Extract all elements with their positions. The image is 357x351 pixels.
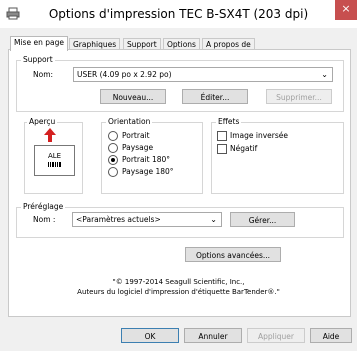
radio-portrait-180-label: Portrait 180° [122,155,171,164]
radio-portrait[interactable] [108,131,118,141]
manage-presets-button[interactable]: Gérer... [230,212,295,227]
apply-button[interactable]: Appliquer [247,328,305,343]
preset-name-value: <Paramètres actuels> [76,215,161,224]
ok-button[interactable]: OK [121,328,179,343]
radio-portrait-180[interactable] [108,155,118,165]
radio-paysage-180-label: Paysage 180° [122,167,174,176]
delete-support-button[interactable]: Supprimer... [266,89,332,104]
close-icon: × [341,2,351,15]
title-bar[interactable]: Options d'impression TEC B-SX4T (203 dpi… [0,0,357,28]
tab-mise-en-page[interactable]: Mise en page [10,36,68,51]
radio-paysage-label: Paysage [122,143,154,152]
barcode-icon [48,162,61,167]
preview-text: ALE [47,152,62,160]
print-options-window: Options d'impression TEC B-SX4T (203 dpi… [0,0,357,351]
preset-name-select[interactable]: <Paramètres actuels> ⌄ [72,212,222,227]
window-title: Options d'impression TEC B-SX4T (203 dpi… [48,7,309,21]
label-preview: ALE [34,145,75,176]
copyright-line-1: "© 1997-2014 Seagull Scientific, Inc., [112,278,245,286]
preset-name-label: Nom : [33,215,56,224]
support-name-value: USER (4.09 po x 2.92 po) [77,70,172,79]
checkbox-image-inversee-label: Image inversée [230,131,288,140]
preset-group-label: Préréglage [21,202,66,211]
checkbox-image-inversee[interactable] [217,131,227,141]
advanced-options-button[interactable]: Options avancées... [185,247,281,262]
effets-group-label: Effets [216,117,242,126]
support-name-label: Nom: [33,70,54,79]
apercu-group-label: Aperçu [27,117,58,126]
support-name-select[interactable]: USER (4.09 po x 2.92 po) ⌄ [73,67,333,82]
cancel-button[interactable]: Annuler [184,328,242,343]
help-button[interactable]: Aide [310,328,352,343]
checkbox-negatif[interactable] [217,144,227,154]
chevron-down-icon: ⌄ [321,70,328,79]
orientation-group-label: Orientation [106,117,153,126]
radio-portrait-label: Portrait [122,131,150,140]
new-support-button[interactable]: Nouveau... [100,89,166,104]
radio-paysage[interactable] [108,143,118,153]
close-button[interactable]: × [335,0,357,20]
arrow-up-icon [44,128,56,142]
checkbox-negatif-label: Négatif [230,144,258,153]
edit-support-button[interactable]: Éditer... [182,89,248,104]
chevron-down-icon: ⌄ [210,215,217,224]
support-group-label: Support [21,55,55,64]
radio-paysage-180[interactable] [108,167,118,177]
copyright-line-2: Auteurs du logiciel d'impression d'étiqu… [77,288,280,296]
